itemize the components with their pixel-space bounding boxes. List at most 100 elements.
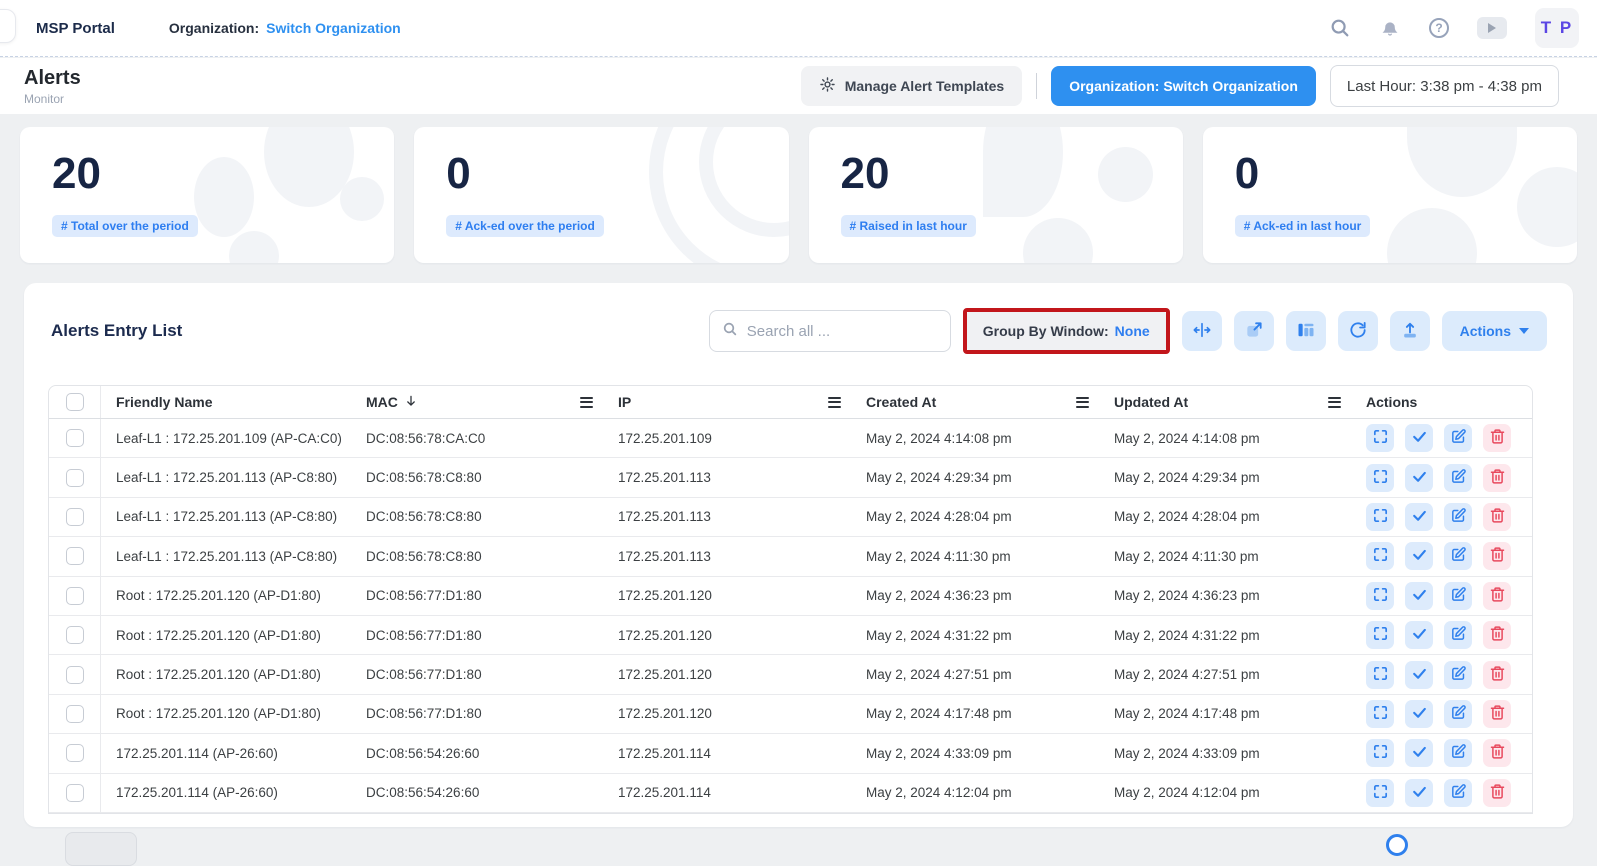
group-by-value: None (1115, 323, 1150, 339)
columns-icon (1296, 320, 1316, 343)
expand-alert-button[interactable] (1366, 700, 1394, 728)
acknowledge-alert-button[interactable] (1405, 779, 1433, 807)
pagination-button-partial[interactable] (65, 832, 137, 866)
row-checkbox[interactable] (66, 705, 84, 723)
column-header-created-at[interactable]: Created At (851, 394, 1099, 410)
group-by-window-button[interactable]: Group By Window: None (967, 312, 1166, 350)
expand-alert-button[interactable] (1366, 464, 1394, 492)
expand-alert-button[interactable] (1366, 779, 1394, 807)
column-menu-icon[interactable] (828, 397, 841, 408)
export-button[interactable] (1390, 311, 1430, 351)
check-icon (1411, 468, 1428, 488)
row-checkbox[interactable] (66, 429, 84, 447)
check-icon (1411, 625, 1428, 645)
delete-alert-button[interactable] (1483, 464, 1511, 492)
edit-alert-button[interactable] (1444, 700, 1472, 728)
delete-alert-button[interactable] (1483, 739, 1511, 767)
cell-friendly-name: 172.25.201.114 (AP-26:60) (101, 785, 351, 800)
export-upload-icon (1400, 320, 1420, 343)
row-checkbox[interactable] (66, 666, 84, 684)
expand-alert-button[interactable] (1366, 621, 1394, 649)
video-tutorial-icon[interactable] (1477, 17, 1507, 39)
edit-icon (1450, 428, 1467, 448)
column-header-ip[interactable]: IP (603, 394, 851, 410)
switch-organization-link[interactable]: Switch Organization (266, 20, 401, 36)
edit-alert-button[interactable] (1444, 779, 1472, 807)
acknowledge-alert-button[interactable] (1405, 503, 1433, 531)
organization-scope-button[interactable]: Organization: Switch Organization (1051, 66, 1316, 106)
expand-alert-button[interactable] (1366, 582, 1394, 610)
time-range-picker[interactable]: Last Hour: 3:38 pm - 4:38 pm (1330, 65, 1559, 107)
acknowledge-alert-button[interactable] (1405, 582, 1433, 610)
manage-alert-templates-button[interactable]: Manage Alert Templates (801, 66, 1023, 106)
notifications-bell-icon[interactable] (1379, 17, 1401, 39)
row-checkbox[interactable] (66, 587, 84, 605)
row-checkbox[interactable] (66, 744, 84, 762)
help-icon[interactable]: ? (1429, 18, 1449, 38)
row-checkbox[interactable] (66, 784, 84, 802)
acknowledge-alert-button[interactable] (1405, 542, 1433, 570)
column-menu-icon[interactable] (580, 397, 593, 408)
edit-alert-button[interactable] (1444, 661, 1472, 689)
sidebar-toggle-notch[interactable] (0, 9, 16, 43)
acknowledge-alert-button[interactable] (1405, 621, 1433, 649)
delete-alert-button[interactable] (1483, 661, 1511, 689)
edit-alert-button[interactable] (1444, 621, 1472, 649)
edit-alert-button[interactable] (1444, 582, 1472, 610)
edit-icon (1450, 743, 1467, 763)
actions-dropdown-button[interactable]: Actions (1442, 311, 1547, 351)
search-input[interactable] (747, 323, 938, 340)
refresh-icon (1348, 320, 1368, 343)
expand-alert-button[interactable] (1366, 424, 1394, 452)
cell-mac: DC:08:56:54:26:60 (351, 746, 603, 761)
row-checkbox[interactable] (66, 547, 84, 565)
delete-alert-button[interactable] (1483, 621, 1511, 649)
user-avatar[interactable]: T P (1535, 8, 1579, 48)
cell-created-at: May 2, 2024 4:31:22 pm (851, 628, 1099, 643)
search-icon[interactable] (1329, 17, 1351, 39)
brand-title: MSP Portal (36, 20, 115, 37)
card-decoration (194, 157, 254, 237)
edit-icon (1450, 507, 1467, 527)
cell-updated-at: May 2, 2024 4:33:09 pm (1099, 746, 1351, 761)
cell-friendly-name: 172.25.201.114 (AP-26:60) (101, 746, 351, 761)
columns-settings-button[interactable] (1286, 311, 1326, 351)
expand-alert-button[interactable] (1366, 661, 1394, 689)
acknowledge-alert-button[interactable] (1405, 661, 1433, 689)
expand-columns-button[interactable] (1182, 311, 1222, 351)
column-header-mac[interactable]: MAC (351, 394, 603, 411)
expand-alert-button[interactable] (1366, 542, 1394, 570)
column-header-updated-at[interactable]: Updated At (1099, 394, 1351, 410)
select-all-checkbox[interactable] (66, 393, 84, 411)
fullscreen-icon (1372, 586, 1389, 606)
delete-alert-button[interactable] (1483, 700, 1511, 728)
expand-alert-button[interactable] (1366, 503, 1394, 531)
edit-alert-button[interactable] (1444, 424, 1472, 452)
refresh-button[interactable] (1338, 311, 1378, 351)
delete-alert-button[interactable] (1483, 424, 1511, 452)
delete-alert-button[interactable] (1483, 582, 1511, 610)
expand-alert-button[interactable] (1366, 739, 1394, 767)
column-header-friendly-name[interactable]: Friendly Name (101, 394, 351, 410)
sort-desc-icon[interactable] (404, 394, 418, 411)
column-menu-icon[interactable] (1328, 397, 1341, 408)
table-row: Leaf-L1 : 172.25.201.113 (AP-C8:80) DC:0… (49, 458, 1532, 497)
open-fullscreen-button[interactable] (1234, 311, 1274, 351)
acknowledge-alert-button[interactable] (1405, 739, 1433, 767)
row-checkbox[interactable] (66, 508, 84, 526)
delete-alert-button[interactable] (1483, 542, 1511, 570)
acknowledge-alert-button[interactable] (1405, 464, 1433, 492)
edit-alert-button[interactable] (1444, 739, 1472, 767)
cell-updated-at: May 2, 2024 4:14:08 pm (1099, 431, 1351, 446)
edit-alert-button[interactable] (1444, 503, 1472, 531)
row-checkbox[interactable] (66, 469, 84, 487)
delete-alert-button[interactable] (1483, 779, 1511, 807)
pagination-indicator-partial[interactable] (1386, 834, 1408, 856)
edit-alert-button[interactable] (1444, 542, 1472, 570)
row-checkbox[interactable] (66, 626, 84, 644)
column-menu-icon[interactable] (1076, 397, 1089, 408)
acknowledge-alert-button[interactable] (1405, 700, 1433, 728)
acknowledge-alert-button[interactable] (1405, 424, 1433, 452)
edit-alert-button[interactable] (1444, 464, 1472, 492)
delete-alert-button[interactable] (1483, 503, 1511, 531)
